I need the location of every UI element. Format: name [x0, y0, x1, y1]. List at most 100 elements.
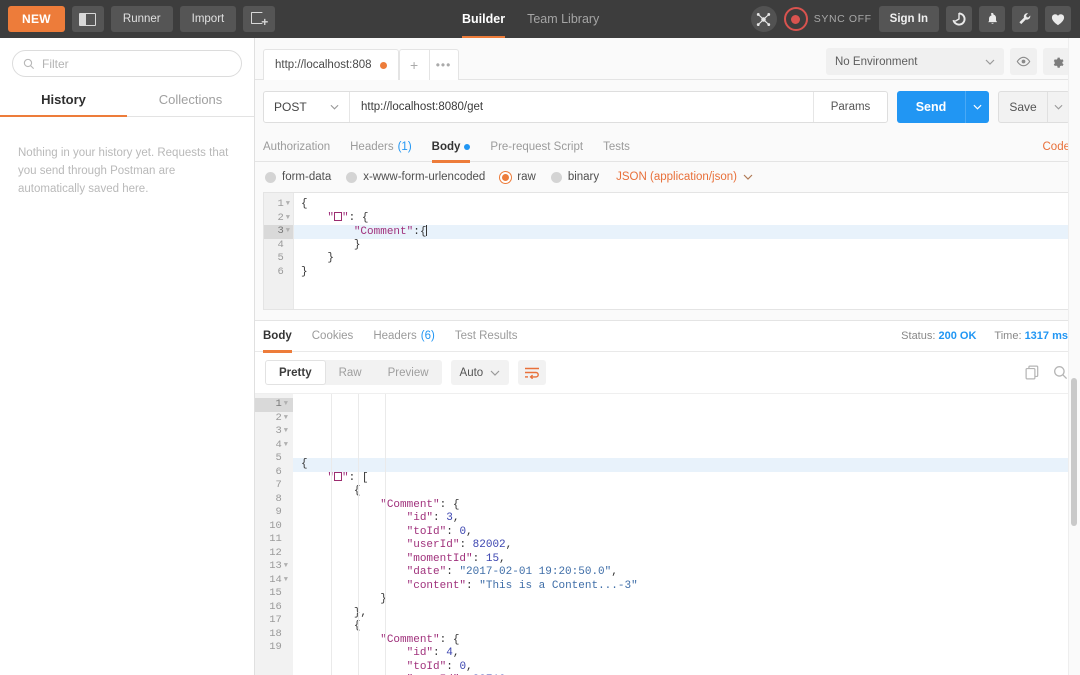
code-line: } — [380, 593, 387, 605]
body-type-row: form-data x-www-form-urlencoded raw bina… — [255, 162, 1080, 192]
line-number: 7▼ — [275, 479, 282, 491]
sidebar-toggle-button[interactable] — [71, 6, 104, 32]
favorites-button[interactable] — [1045, 6, 1071, 32]
response-tab-body[interactable]: Body — [263, 321, 292, 353]
method-select[interactable]: POST — [264, 92, 350, 122]
refresh-button[interactable] — [946, 6, 972, 32]
send-options-button[interactable] — [965, 91, 989, 123]
main-panel: http://localhost:808 + ••• No Environmen… — [255, 38, 1080, 675]
tab-headers[interactable]: Headers (1) — [350, 133, 412, 162]
tab-authorization[interactable]: Authorization — [263, 133, 330, 162]
code-line: "id": 3, — [406, 512, 460, 524]
new-button[interactable]: NEW — [8, 6, 65, 32]
url-bar: POST http://localhost:8080/get Params Se… — [255, 80, 1080, 133]
notifications-button[interactable] — [979, 6, 1005, 32]
code-line: "Comment": { — [380, 498, 460, 511]
line-number: 2 ▼ — [275, 411, 288, 424]
response-format-select[interactable]: Auto — [450, 360, 510, 385]
add-tab-button[interactable]: + — [398, 49, 429, 80]
time-label: Time: — [994, 330, 1022, 342]
line-number: 10▼ — [269, 519, 282, 532]
tab-body[interactable]: Body — [431, 133, 471, 163]
body-type-form-data-label: form-data — [282, 171, 332, 183]
copy-button[interactable] — [1025, 365, 1039, 380]
page-scrollbar-thumb[interactable] — [1071, 378, 1077, 526]
line-number: 3 ▼ — [264, 225, 293, 239]
status-value: 200 OK — [938, 330, 977, 342]
page-scrollbar-track[interactable] — [1068, 38, 1080, 675]
header-tab-builder[interactable]: Builder — [462, 0, 506, 38]
body-type-raw[interactable]: raw — [500, 171, 536, 183]
filter-input[interactable]: Filter — [12, 50, 242, 77]
view-mode-pretty[interactable]: Pretty — [265, 360, 326, 385]
content-type-label: JSON (application/json) — [616, 171, 737, 183]
chevron-down-icon — [330, 104, 339, 110]
code-link[interactable]: Code — [1043, 141, 1071, 153]
new-window-button[interactable]: + — [243, 6, 276, 32]
response-panel: Body Cookies Headers (6) Test Results St… — [255, 320, 1080, 675]
content-type-select[interactable]: JSON (application/json) — [616, 171, 753, 183]
save-options-button[interactable] — [1047, 92, 1069, 122]
view-mode-preview[interactable]: Preview — [375, 360, 442, 385]
view-mode-raw[interactable]: Raw — [326, 360, 375, 385]
response-body-editor[interactable]: 1▼2▼3▼4▼5▼6▼7▼8▼9▼10▼11▼12▼13▼14▼15▼16▼1… — [255, 393, 1080, 675]
response-editor-code[interactable]: { "": [ { "Comment": { "id": 3, "toId": … — [293, 394, 1080, 675]
environment-quick-look-button[interactable] — [1010, 48, 1037, 75]
eye-icon — [1016, 56, 1031, 67]
response-tab-test-results[interactable]: Test Results — [455, 321, 518, 352]
body-type-binary-label: binary — [567, 171, 600, 183]
request-tab-strip: http://localhost:808 + ••• No Environmen… — [255, 38, 1080, 80]
body-type-urlencoded[interactable]: x-www-form-urlencoded — [346, 171, 485, 183]
request-tab[interactable]: http://localhost:808 — [263, 49, 399, 80]
radio-icon — [550, 171, 562, 183]
interceptor-icon — [757, 12, 771, 26]
word-wrap-button[interactable] — [518, 360, 547, 385]
header-tab-team-library[interactable]: Team Library — [527, 0, 599, 38]
search-response-button[interactable] — [1053, 365, 1068, 380]
header-right-actions: SYNC OFF Sign In — [750, 6, 1080, 32]
tab-pre-request-script[interactable]: Pre-request Script — [490, 133, 583, 162]
settings-wrench-button[interactable] — [1012, 6, 1038, 32]
sync-status-button[interactable]: SYNC OFF — [783, 7, 872, 31]
status-label: Status: — [901, 330, 936, 342]
response-tab-headers-count: (6) — [420, 330, 435, 342]
header-left-actions: NEW Runner Import + — [0, 6, 276, 32]
interceptor-button[interactable] — [750, 6, 777, 32]
sign-in-button[interactable]: Sign In — [878, 6, 939, 32]
runner-button[interactable]: Runner — [110, 6, 173, 32]
request-body-editor[interactable]: 1▼2▼3▼4▼5▼6▼ { "": { "Comment":{ } }} — [263, 192, 1070, 310]
method-label: POST — [274, 100, 307, 114]
response-tab-cookies-label: Cookies — [311, 330, 354, 342]
chevron-down-icon — [985, 59, 995, 65]
request-editor-code[interactable]: { " ": { "Comment":{ } }} — [294, 193, 1069, 309]
sidebar-tab-history[interactable]: History — [0, 87, 127, 117]
environment-settings-button[interactable] — [1043, 48, 1070, 75]
send-button-group: Send — [897, 91, 989, 123]
method-url-group: POST http://localhost:8080/get Params — [263, 91, 888, 123]
environment-selected-label: No Environment — [835, 55, 918, 68]
response-tab-cookies[interactable]: Cookies — [312, 321, 354, 352]
params-button[interactable]: Params — [813, 92, 887, 122]
line-number: 8▼ — [275, 492, 282, 505]
search-icon — [23, 58, 35, 69]
body-type-binary[interactable]: binary — [550, 171, 600, 183]
import-button[interactable]: Import — [179, 6, 237, 32]
code-line: { — [293, 458, 1080, 472]
response-tab-headers[interactable]: Headers (6) — [373, 321, 435, 352]
sidebar-tab-collections[interactable]: Collections — [127, 87, 254, 116]
environment-select[interactable]: No Environment — [826, 48, 1004, 75]
sidebar-toggle-icon — [79, 12, 97, 26]
save-button[interactable]: Save — [999, 92, 1047, 122]
code-line: "id": 4, — [406, 647, 460, 659]
radio-icon — [346, 171, 358, 183]
line-number: 2 ▼ — [277, 211, 290, 224]
heart-icon — [1051, 13, 1065, 25]
tab-options-button[interactable]: ••• — [428, 49, 459, 80]
body-type-form-data[interactable]: form-data — [265, 171, 331, 183]
line-number: 4▼ — [277, 238, 284, 251]
bell-icon — [987, 12, 997, 24]
tab-tests[interactable]: Tests — [603, 133, 630, 162]
send-button[interactable]: Send — [897, 91, 965, 123]
save-button-group: Save — [998, 91, 1070, 123]
url-input[interactable]: http://localhost:8080/get — [350, 92, 813, 122]
